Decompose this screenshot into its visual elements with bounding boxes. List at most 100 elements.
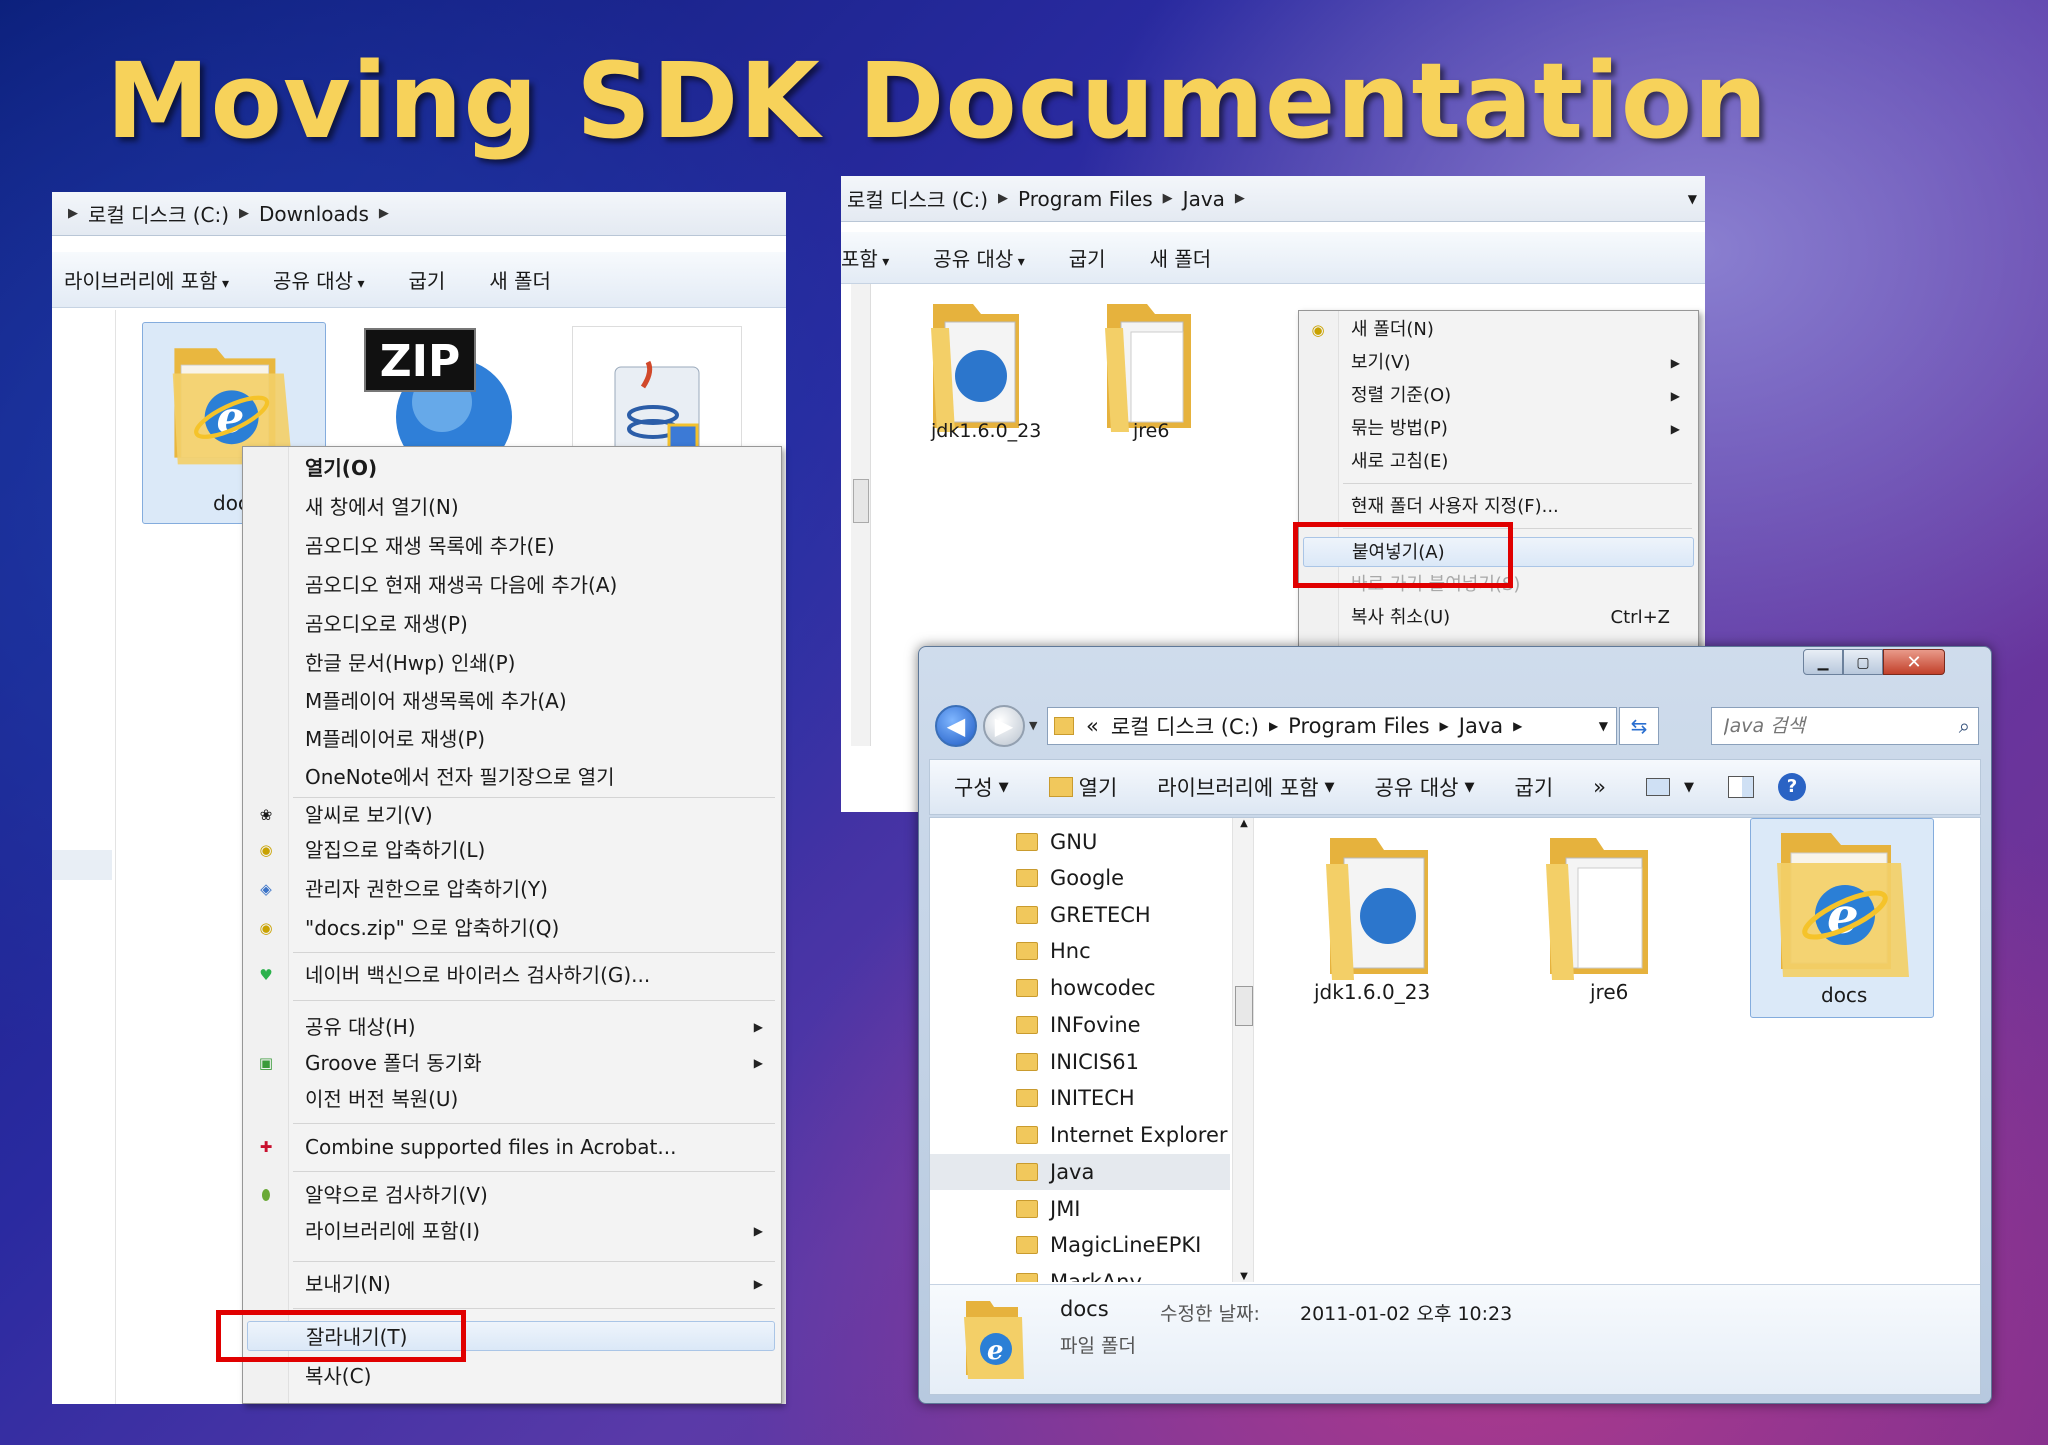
menu-gom-play[interactable]: 곰오디오로 재생(P) [243,609,781,639]
menu-share-with[interactable]: 공유 대상(H) ▶ [243,1012,781,1042]
left-address-bar[interactable]: ▶ 로컬 디스크 (C:) ▶ Downloads ▶ [52,192,786,236]
refresh-button[interactable]: ⇆ [1619,707,1659,745]
toolbar-burn[interactable]: 굽기 [1069,243,1106,272]
breadcrumb-overflow[interactable]: « [1086,714,1099,738]
top-context-menu: ◉ 새 폴더(N) 보기(V) ▶ 정렬 기준(O) ▶ 묶는 방법(P) ▶ 새로 고… [1298,310,1699,650]
menu-gom-add-next[interactable]: 곰오디오 현재 재생곡 다음에 추가(A) [243,570,781,600]
toolbar-organize[interactable]: 구성 [954,772,993,802]
menu-refresh[interactable]: 새로 고침(E) [1299,447,1698,477]
maximize-button[interactable]: ▢ [1843,649,1883,675]
submenu-arrow-icon: ▶ [1670,422,1680,436]
address-dropdown-icon[interactable]: ▼ [1599,719,1608,733]
menu-sort-by[interactable]: 정렬 기준(O) ▶ [1299,381,1698,411]
menu-alyac-scan[interactable]: ⬮ 알약으로 검사하기(V) [243,1180,781,1210]
menu-undo-copy[interactable]: 복사 취소(U) Ctrl+Z [1299,603,1698,633]
menu-compress-docs-zip[interactable]: ◉ "docs.zip" 으로 압축하기(Q) [243,913,781,943]
folder-item-jdk[interactable]: jdk1.6.0_23 [1300,824,1460,1014]
chevron-right-icon: ▶ [1439,719,1449,733]
menu-restore-versions[interactable]: 이전 버전 복원(U) [243,1084,781,1114]
toolbar-include-library[interactable]: 라이브러리에 포함 [64,265,229,294]
chevron-down-icon[interactable]: ▼ [1684,780,1694,795]
nav-scrollbar[interactable]: ▲ ▼ [1232,818,1254,1282]
breadcrumb-item[interactable]: Downloads [259,202,369,226]
folder-item-docs[interactable]: e docs [1750,818,1934,1018]
toolbar-include-library[interactable]: 라이브러리에 포함 [1157,772,1318,802]
address-dropdown-icon[interactable]: ▼ [1688,192,1697,206]
menu-hwp-print[interactable]: 한글 문서(Hwp) 인쇄(P) [243,648,781,678]
scroll-thumb[interactable] [1235,986,1253,1026]
folder-item-jre6[interactable]: jre6 [1530,824,1670,1014]
breadcrumb-item[interactable]: 로컬 디스크 (C:) [847,184,988,213]
toolbar-more[interactable]: » [1593,775,1606,799]
nav-item-inicis61[interactable]: INICIS61 [930,1044,1230,1080]
toolbar-share[interactable]: 공유 대상 [933,243,1024,272]
nav-item-hnc[interactable]: Hnc [930,933,1230,969]
svg-text:e: e [987,1336,1004,1366]
help-icon[interactable]: ? [1778,773,1806,801]
nav-item-internet-explorer[interactable]: Internet Explorer [930,1117,1230,1153]
menu-open[interactable]: 열기(O) [243,453,781,483]
breadcrumb-item[interactable]: Java [1183,187,1225,211]
menu-new-folder[interactable]: ◉ 새 폴더(N) [1299,315,1698,345]
toolbar-burn[interactable]: 굽기 [1515,772,1554,802]
toolbar-share[interactable]: 공유 대상 [273,265,364,294]
top-nav-scrollbar[interactable] [851,284,871,746]
nav-item-jmi[interactable]: JMI [930,1191,1230,1227]
scroll-up-icon[interactable]: ▲ [1233,818,1255,829]
toolbar-include-library[interactable]: 포함 [841,243,889,272]
menu-view[interactable]: 보기(V) ▶ [1299,348,1698,378]
front-address-bar[interactable]: « 로컬 디스크 (C:) ▶ Program Files ▶ Java ▶ ▼ [1047,707,1617,745]
nav-item-initech[interactable]: INITECH [930,1080,1230,1116]
menu-mplayer-add[interactable]: M플레이어 재생목록에 추가(A) [243,686,781,716]
minimize-button[interactable]: ▁ [1803,649,1843,675]
preview-pane-icon[interactable] [1728,776,1754,798]
menu-onenote-open[interactable]: OneNote에서 전자 필기장으로 열기 [243,762,781,792]
search-input[interactable] [1712,708,1932,744]
nav-item-java[interactable]: Java [930,1154,1230,1190]
nav-item-gnu[interactable]: GNU [930,824,1230,860]
toolbar-share[interactable]: 공유 대상 [1375,772,1459,802]
breadcrumb-item[interactable]: 로컬 디스크 (C:) [88,199,229,228]
file-label: docs [1821,983,1868,1007]
menu-group-by[interactable]: 묶는 방법(P) ▶ [1299,414,1698,444]
menu-copy[interactable]: 복사(C) [243,1361,781,1391]
nav-item-markany[interactable]: MarkAny [930,1264,1230,1282]
history-dropdown-icon[interactable]: ▼ [1029,719,1037,732]
menu-open-new-window[interactable]: 새 창에서 열기(N) [243,492,781,522]
scroll-down-icon[interactable]: ▼ [1233,1271,1255,1282]
menu-send-to[interactable]: 보내기(N) ▶ [243,1269,781,1299]
nav-item-gretech[interactable]: GRETECH [930,897,1230,933]
back-button[interactable]: ◀ [935,705,977,747]
view-options-icon[interactable] [1646,778,1670,796]
menu-include-library[interactable]: 라이브러리에 포함(I) ▶ [243,1216,781,1246]
menu-admin-compress[interactable]: ◈ 관리자 권한으로 압축하기(Y) [243,874,781,904]
java-folder-icon [931,304,1019,432]
alsee-icon: ❀ [259,806,273,824]
menu-gom-add-playlist[interactable]: 곰오디오 재생 목록에 추가(E) [243,531,781,561]
menu-alsee-view[interactable]: ❀ 알씨로 보기(V) [243,800,781,830]
close-button[interactable]: ✕ [1883,649,1945,675]
menu-customize-folder[interactable]: 현재 폴더 사용자 지정(F)... [1299,492,1698,522]
breadcrumb-item[interactable]: 로컬 디스크 (C:) [1111,711,1259,741]
breadcrumb-item[interactable]: Java [1459,714,1503,738]
breadcrumb-item[interactable]: Program Files [1288,714,1429,738]
toolbar-new-folder[interactable]: 새 폴더 [1150,243,1212,272]
breadcrumb-item[interactable]: Program Files [1018,187,1153,211]
toolbar-open[interactable]: 열기 [1079,772,1118,802]
folder-item-jre6[interactable]: jre6 [1091,288,1211,448]
folder-item-jdk[interactable]: jdk1.6.0_23 [909,288,1049,448]
menu-acrobat-combine[interactable]: ✚ Combine supported files in Acrobat... [243,1132,781,1162]
search-box[interactable]: ⌕ [1711,707,1979,745]
forward-button[interactable]: ▶ [983,705,1025,747]
top-address-bar[interactable]: 로컬 디스크 (C:) ▶ Program Files ▶ Java ▶ ▼ [841,176,1705,222]
menu-mplayer-play[interactable]: M플레이어로 재생(P) [243,724,781,754]
toolbar-new-folder[interactable]: 새 폴더 [489,265,551,294]
nav-item-infovine[interactable]: INFovine [930,1007,1230,1043]
menu-groove-sync[interactable]: ▣ Groove 폴더 동기화 ▶ [243,1048,781,1078]
menu-naver-vaccine[interactable]: ♥ 네이버 백신으로 바이러스 검사하기(G)... [243,960,781,990]
nav-item-howcodec[interactable]: howcodec [930,970,1230,1006]
nav-item-google[interactable]: Google [930,860,1230,896]
toolbar-burn[interactable]: 굽기 [409,265,446,294]
menu-alzip-compress[interactable]: ◉ 알집으로 압축하기(L) [243,835,781,865]
nav-item-magiclineepki[interactable]: MagicLineEPKI [930,1227,1230,1263]
